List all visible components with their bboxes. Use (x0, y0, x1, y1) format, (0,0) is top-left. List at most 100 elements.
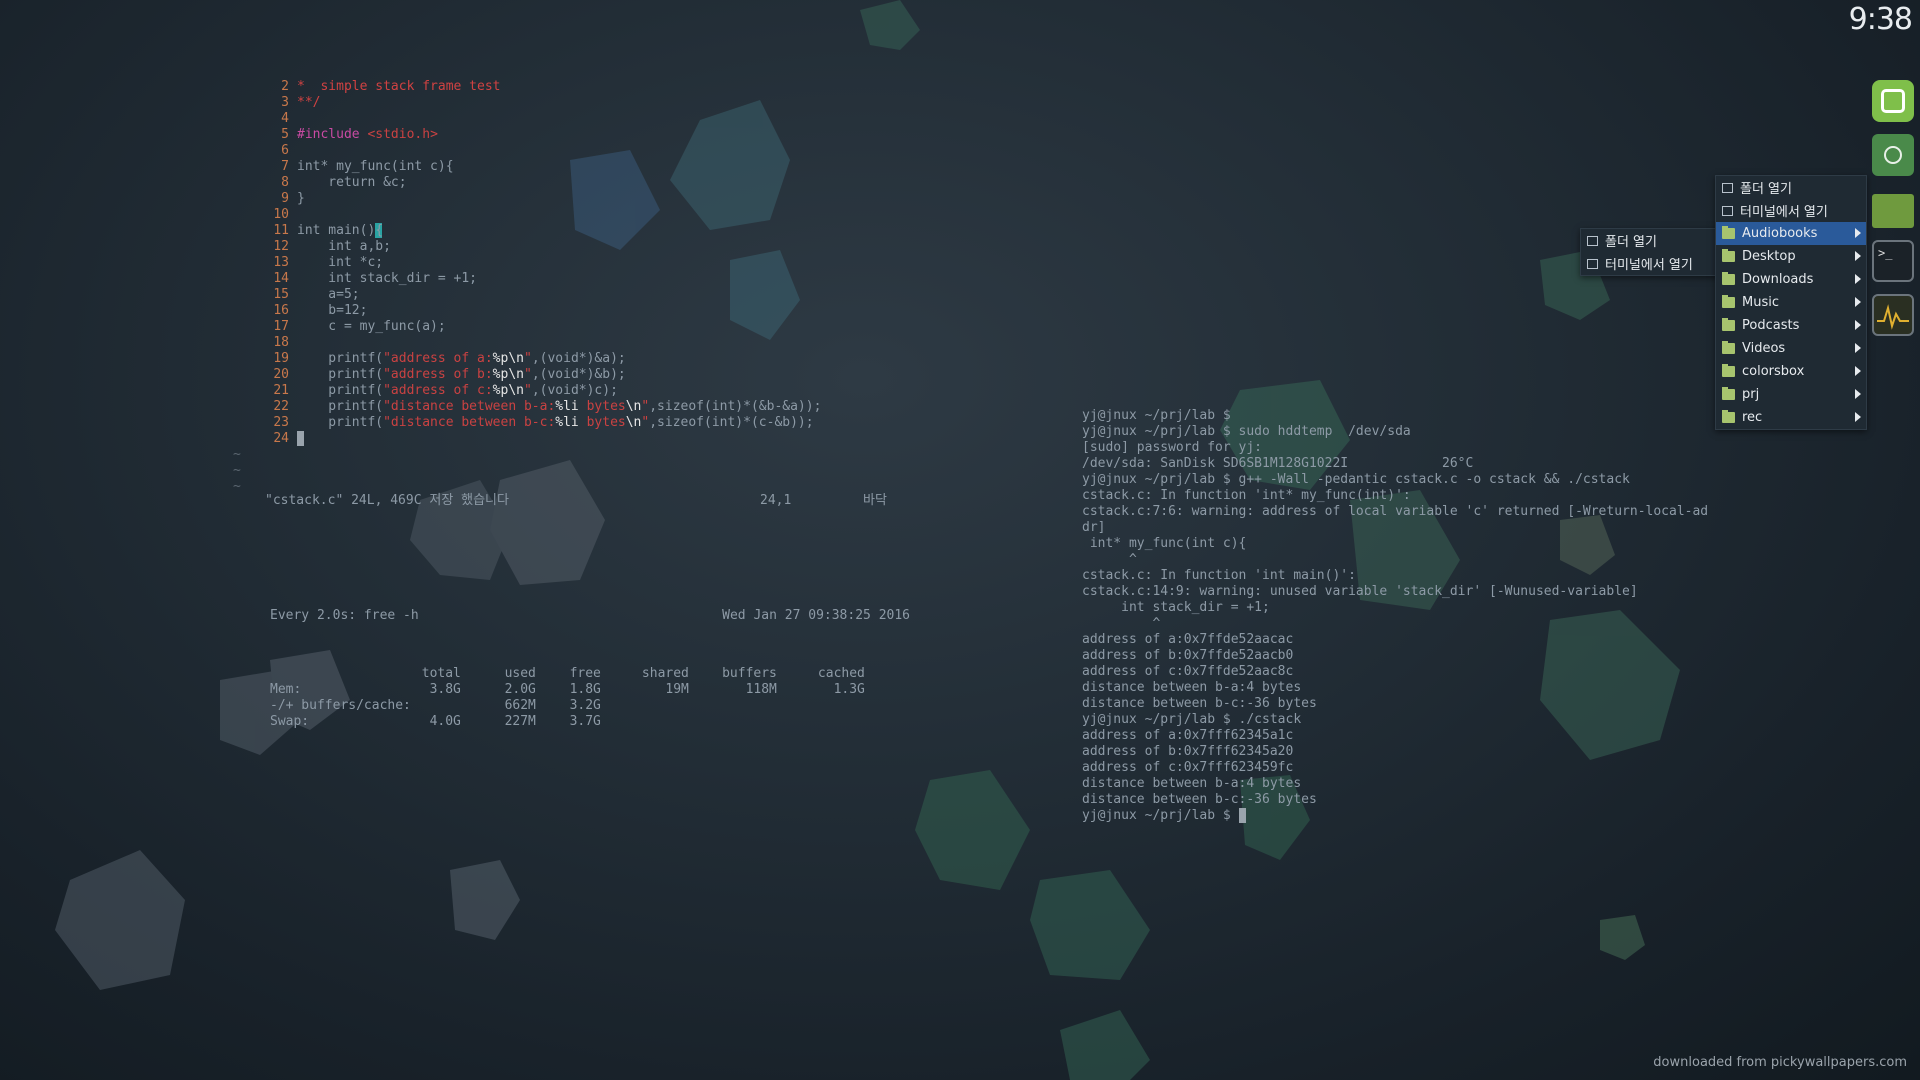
menu-item-audiobooks[interactable]: Audiobooks (1716, 222, 1866, 245)
terminal-line: address of c:0x7ffde52aac8c (1082, 664, 1708, 680)
menu-item-label: rec (1742, 410, 1763, 425)
terminal-text: yj@jnux ~/prj/lab $ g++ -Wall -pedantic … (1082, 472, 1630, 487)
watch-header: Every 2.0s: free -h Wed Jan 27 09:38:25 … (270, 608, 910, 624)
terminal-line: distance between b-c:-36 bytes (1082, 792, 1708, 808)
code-line: 20 printf("address of b:%p\n",(void*)&b)… (265, 367, 821, 383)
mint-menu-icon[interactable] (1872, 80, 1914, 122)
terminal-text: yj@jnux ~/prj/lab $ (1082, 808, 1239, 823)
open-folder-icon (1587, 235, 1598, 246)
line-number: 8 (281, 175, 289, 190)
code-token: int a,b; (297, 239, 391, 254)
code-text: int* my_func(int c){ (297, 159, 454, 175)
text-cursor: { (375, 223, 384, 238)
terminal-output[interactable]: yj@jnux ~/prj/lab $ yj@jnux ~/prj/lab $ s… (1082, 408, 1708, 824)
vim-editor[interactable]: 2 * simple stack frame test 3 **/ 4 5 #include… (233, 79, 821, 495)
menu-item-colorsbox[interactable]: colorsbox (1716, 360, 1866, 383)
terminal-text: distance between b-c:-36 bytes (1082, 792, 1317, 807)
code-line: 13 int *c; (265, 255, 821, 271)
code-token: "distance between b-c: (383, 415, 556, 430)
code-token: a=5; (297, 287, 360, 302)
column-header: free (569, 666, 601, 681)
column-header (270, 666, 411, 682)
terminal-line: yj@jnux ~/prj/lab $ sudo hddtemp /dev/sd… (1082, 424, 1708, 440)
code-token: " (523, 351, 532, 366)
code-token: printf( (297, 399, 384, 414)
vim-status-message: "cstack.c" 24L, 469C 저장 했습니다 (265, 493, 509, 508)
table-cell: 1.3G (833, 682, 865, 697)
line-number: 24 (273, 431, 289, 446)
line-number: 23 (273, 415, 289, 430)
code-line: 11 int main(){ (265, 223, 821, 239)
terminal-line: cstack.c: In function 'int main()': (1082, 568, 1708, 584)
terminal-text: distance between b-a:4 bytes (1082, 680, 1302, 695)
menu-item-label: 터미널에서 열기 (1605, 258, 1693, 273)
table-cell: 19M (665, 682, 689, 697)
menu-item-rec[interactable]: rec (1716, 406, 1866, 429)
table-cell (689, 714, 777, 730)
menu-item-폴더-열기[interactable]: 폴더 열기 (1716, 176, 1866, 199)
table-cell (601, 698, 689, 714)
submenu-arrow-icon (1855, 366, 1861, 376)
terminal-text: address of b:0x7ffde52aacb0 (1082, 648, 1294, 663)
code-text: printf("distance between b-a:%li bytes\n… (297, 399, 821, 415)
code-text: c = my_func(a); (297, 319, 445, 335)
code-token: int* my_func(int c){ (297, 159, 454, 174)
places-menu: 폴더 열기터미널에서 열기 Audiobooks Desktop Downloads M… (1715, 175, 1867, 430)
submenu-arrow-icon (1855, 228, 1861, 238)
table-cell: 1.8G (569, 682, 601, 697)
code-line: 16 b=12; (265, 303, 821, 319)
terminal-line: distance between b-a:4 bytes (1082, 680, 1708, 696)
code-token: \n (625, 415, 642, 430)
terminal-text: int* my_func(int c){ (1082, 536, 1247, 551)
code-line: 9} (265, 191, 821, 207)
code-token: ,sizeof(int)*(&b-&a)); (649, 399, 822, 414)
menu-item-폴더-열기[interactable]: 폴더 열기 (1581, 229, 1717, 252)
terminal-line: address of a:0x7ffde52aacac (1082, 632, 1708, 648)
system-monitor-icon[interactable] (1872, 294, 1914, 336)
code-line: 23 printf("distance between b-c:%li byte… (265, 415, 821, 431)
menu-item-터미널에서-열기[interactable]: 터미널에서 열기 (1716, 199, 1866, 222)
code-token: #include (297, 127, 368, 142)
line-number: 4 (281, 111, 289, 126)
terminal-icon (1722, 205, 1733, 216)
column-header: shared (641, 666, 689, 681)
code-token: printf( (297, 383, 384, 398)
terminal-app-icon[interactable]: >_ (1872, 240, 1914, 282)
code-line: 18 (265, 335, 821, 351)
code-token: %li (555, 415, 587, 430)
code-text: int *c; (297, 255, 383, 271)
submenu-arrow-icon (1855, 274, 1861, 284)
line-number: 9 (281, 191, 289, 206)
code-token: %p\n (492, 351, 524, 366)
code-text: b=12; (297, 303, 367, 319)
menu-item-music[interactable]: Music (1716, 291, 1866, 314)
menu-item-downloads[interactable]: Downloads (1716, 268, 1866, 291)
code-line: 4 (265, 111, 821, 127)
terminal-text: ^ (1082, 552, 1137, 567)
menu-item-videos[interactable]: Videos (1716, 337, 1866, 360)
code-line: 14 int stack_dir = +1; (265, 271, 821, 287)
menu-item-podcasts[interactable]: Podcasts (1716, 314, 1866, 337)
menu-item-prj[interactable]: prj (1716, 383, 1866, 406)
line-number: 11 (273, 223, 289, 238)
code-line: 8 return &c; (265, 175, 821, 191)
menu-item-desktop[interactable]: Desktop (1716, 245, 1866, 268)
menu-item-label: 터미널에서 열기 (1740, 205, 1828, 220)
terminal-text: cstack.c:14:9: warning: unused variable … (1082, 584, 1638, 599)
code-token: bytes (586, 399, 626, 414)
code-token: " (523, 383, 532, 398)
menu-item-터미널에서-열기[interactable]: 터미널에서 열기 (1581, 252, 1717, 275)
terminal-line: cstack.c:7:6: warning: address of local … (1082, 504, 1708, 520)
compass-icon[interactable] (1872, 134, 1914, 176)
folder-submenu: 폴더 열기터미널에서 열기 (1580, 228, 1718, 276)
code-text: int main(){ (297, 223, 384, 239)
terminal-text: yj@jnux ~/prj/lab $ ./cstack (1082, 712, 1302, 727)
code-token: **/ (297, 95, 321, 110)
code-text (297, 431, 304, 447)
menu-item-label: Downloads (1742, 272, 1814, 287)
terminal-line: int* my_func(int c){ (1082, 536, 1708, 552)
code-line: 5 #include <stdio.h> (265, 127, 821, 143)
line-number: 6 (281, 143, 289, 158)
files-folder-icon[interactable] (1872, 194, 1914, 228)
table-row: Mem: 3.8G 2.0G 1.8G 19M 118M 1.3G (270, 682, 865, 698)
